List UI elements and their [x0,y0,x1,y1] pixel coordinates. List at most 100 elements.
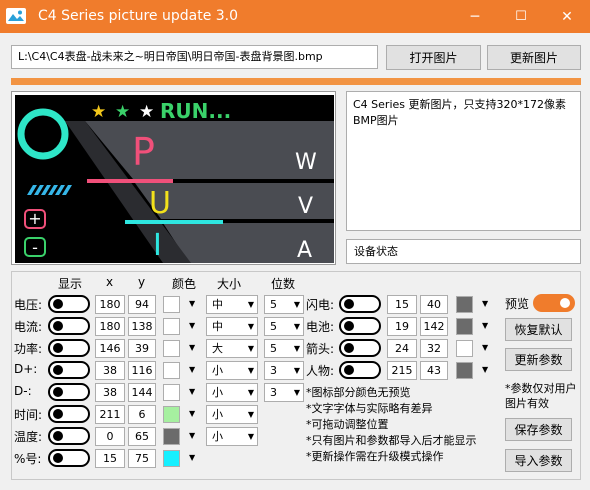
note-line: *可拖动调整位置 [306,418,389,431]
x-input[interactable]: 180 [95,295,125,314]
color-swatch[interactable] [456,296,473,313]
import-params-button[interactable]: 导入参数 [505,449,572,472]
color-dropdown-icon[interactable]: ▼ [189,299,195,308]
color-dropdown-icon[interactable]: ▼ [189,387,195,396]
show-toggle[interactable] [48,427,90,445]
show-toggle[interactable] [48,383,90,401]
minimize-button[interactable]: ─ [452,0,498,33]
x-input[interactable]: 0 [95,427,125,446]
run-text: RUN... [160,99,231,123]
digits-select[interactable]: 3 ▼ [264,361,304,380]
color-dropdown-icon[interactable]: ▼ [189,453,195,462]
color-dropdown-icon[interactable]: ▼ [482,299,488,308]
window-title: C4 Series picture update 3.0 [38,8,239,24]
digits-select[interactable]: 3 ▼ [264,383,304,402]
y-input[interactable]: 116 [128,361,156,380]
size-select[interactable]: 小 ▼ [206,405,258,424]
y-input[interactable]: 75 [128,449,156,468]
size-select[interactable]: 中 ▼ [206,295,258,314]
color-dropdown-icon[interactable]: ▼ [482,365,488,374]
color-swatch[interactable] [163,318,180,335]
color-swatch[interactable] [163,384,180,401]
preview-label: 预览 [505,297,530,311]
y-input[interactable]: 43 [420,361,448,380]
restore-default-button[interactable]: 恢复默认 [505,318,572,341]
color-swatch[interactable] [163,406,180,423]
x-input[interactable]: 19 [387,317,417,336]
x-input[interactable]: 15 [387,295,417,314]
y-input[interactable]: 142 [420,317,448,336]
file-path-field[interactable]: L:\C4\C4表盘-战未来之~明日帝国\明日帝国-表盘背景图.bmp [11,45,378,69]
color-dropdown-icon[interactable]: ▼ [189,321,195,330]
x-input[interactable]: 15 [95,449,125,468]
color-swatch[interactable] [456,318,473,335]
update-params-button[interactable]: 更新参数 [505,348,572,371]
x-input[interactable]: 24 [387,339,417,358]
maximize-button[interactable]: ☐ [498,0,544,33]
size-select[interactable]: 小 ▼ [206,383,258,402]
color-swatch[interactable] [163,428,180,445]
color-dropdown-icon[interactable]: ▼ [482,343,488,352]
update-image-button[interactable]: 更新图片 [487,45,581,70]
letter-a: A [297,238,312,263]
y-input[interactable]: 138 [128,317,156,336]
x-input[interactable]: 38 [95,383,125,402]
y-input[interactable]: 39 [128,339,156,358]
y-input[interactable]: 65 [128,427,156,446]
x-input[interactable]: 215 [387,361,417,380]
y-input[interactable]: 32 [420,339,448,358]
chevron-down-icon: ▼ [247,300,254,309]
show-toggle[interactable] [339,361,381,379]
save-params-button[interactable]: 保存参数 [505,418,572,441]
show-toggle[interactable] [339,295,381,313]
x-input[interactable]: 211 [95,405,125,424]
x-input[interactable]: 38 [95,361,125,380]
header-color: 颜色 [172,277,197,291]
close-button[interactable]: ✕ [544,0,590,33]
show-toggle[interactable] [48,405,90,423]
toggle-knob [53,365,63,375]
color-dropdown-icon[interactable]: ▼ [189,365,195,374]
y-input[interactable]: 144 [128,383,156,402]
show-toggle[interactable] [48,449,90,467]
show-toggle[interactable] [339,339,381,357]
color-swatch[interactable] [456,340,473,357]
lcd-preview[interactable]: + - ★ ★ ★ RUN... P U I W V A [15,95,334,263]
digits-select[interactable]: 5 ▼ [264,339,304,358]
color-swatch[interactable] [163,296,180,313]
size-select[interactable]: 大 ▼ [206,339,258,358]
row-label: 时间: [14,408,43,422]
digits-select[interactable]: 5 ▼ [264,295,304,314]
color-dropdown-icon[interactable]: ▼ [189,431,195,440]
chevron-down-icon: ▼ [247,344,254,353]
y-input[interactable]: 94 [128,295,156,314]
x-input[interactable]: 180 [95,317,125,336]
size-value: 中 [212,320,223,333]
y-input[interactable]: 40 [420,295,448,314]
color-swatch[interactable] [163,340,180,357]
chevron-down-icon: ▼ [247,388,254,397]
open-image-button[interactable]: 打开图片 [386,45,481,70]
show-toggle[interactable] [339,317,381,335]
digits-value: 5 [270,298,277,311]
show-toggle[interactable] [48,317,90,335]
size-select[interactable]: 小 ▼ [206,427,258,446]
color-swatch[interactable] [163,450,180,467]
color-swatch[interactable] [456,362,473,379]
size-select[interactable]: 小 ▼ [206,361,258,380]
x-input[interactable]: 146 [95,339,125,358]
show-toggle[interactable] [48,339,90,357]
y-input[interactable]: 6 [128,405,156,424]
color-dropdown-icon[interactable]: ▼ [482,321,488,330]
color-dropdown-icon[interactable]: ▼ [189,343,195,352]
row-label: 温度: [14,430,43,444]
toggle-knob [53,387,63,397]
show-toggle[interactable] [48,361,90,379]
show-toggle[interactable] [48,295,90,313]
color-swatch[interactable] [163,362,180,379]
color-dropdown-icon[interactable]: ▼ [189,409,195,418]
digits-select[interactable]: 5 ▼ [264,317,304,336]
preview-toggle[interactable] [533,294,575,312]
size-select[interactable]: 中 ▼ [206,317,258,336]
chevron-down-icon: ▼ [293,344,300,353]
